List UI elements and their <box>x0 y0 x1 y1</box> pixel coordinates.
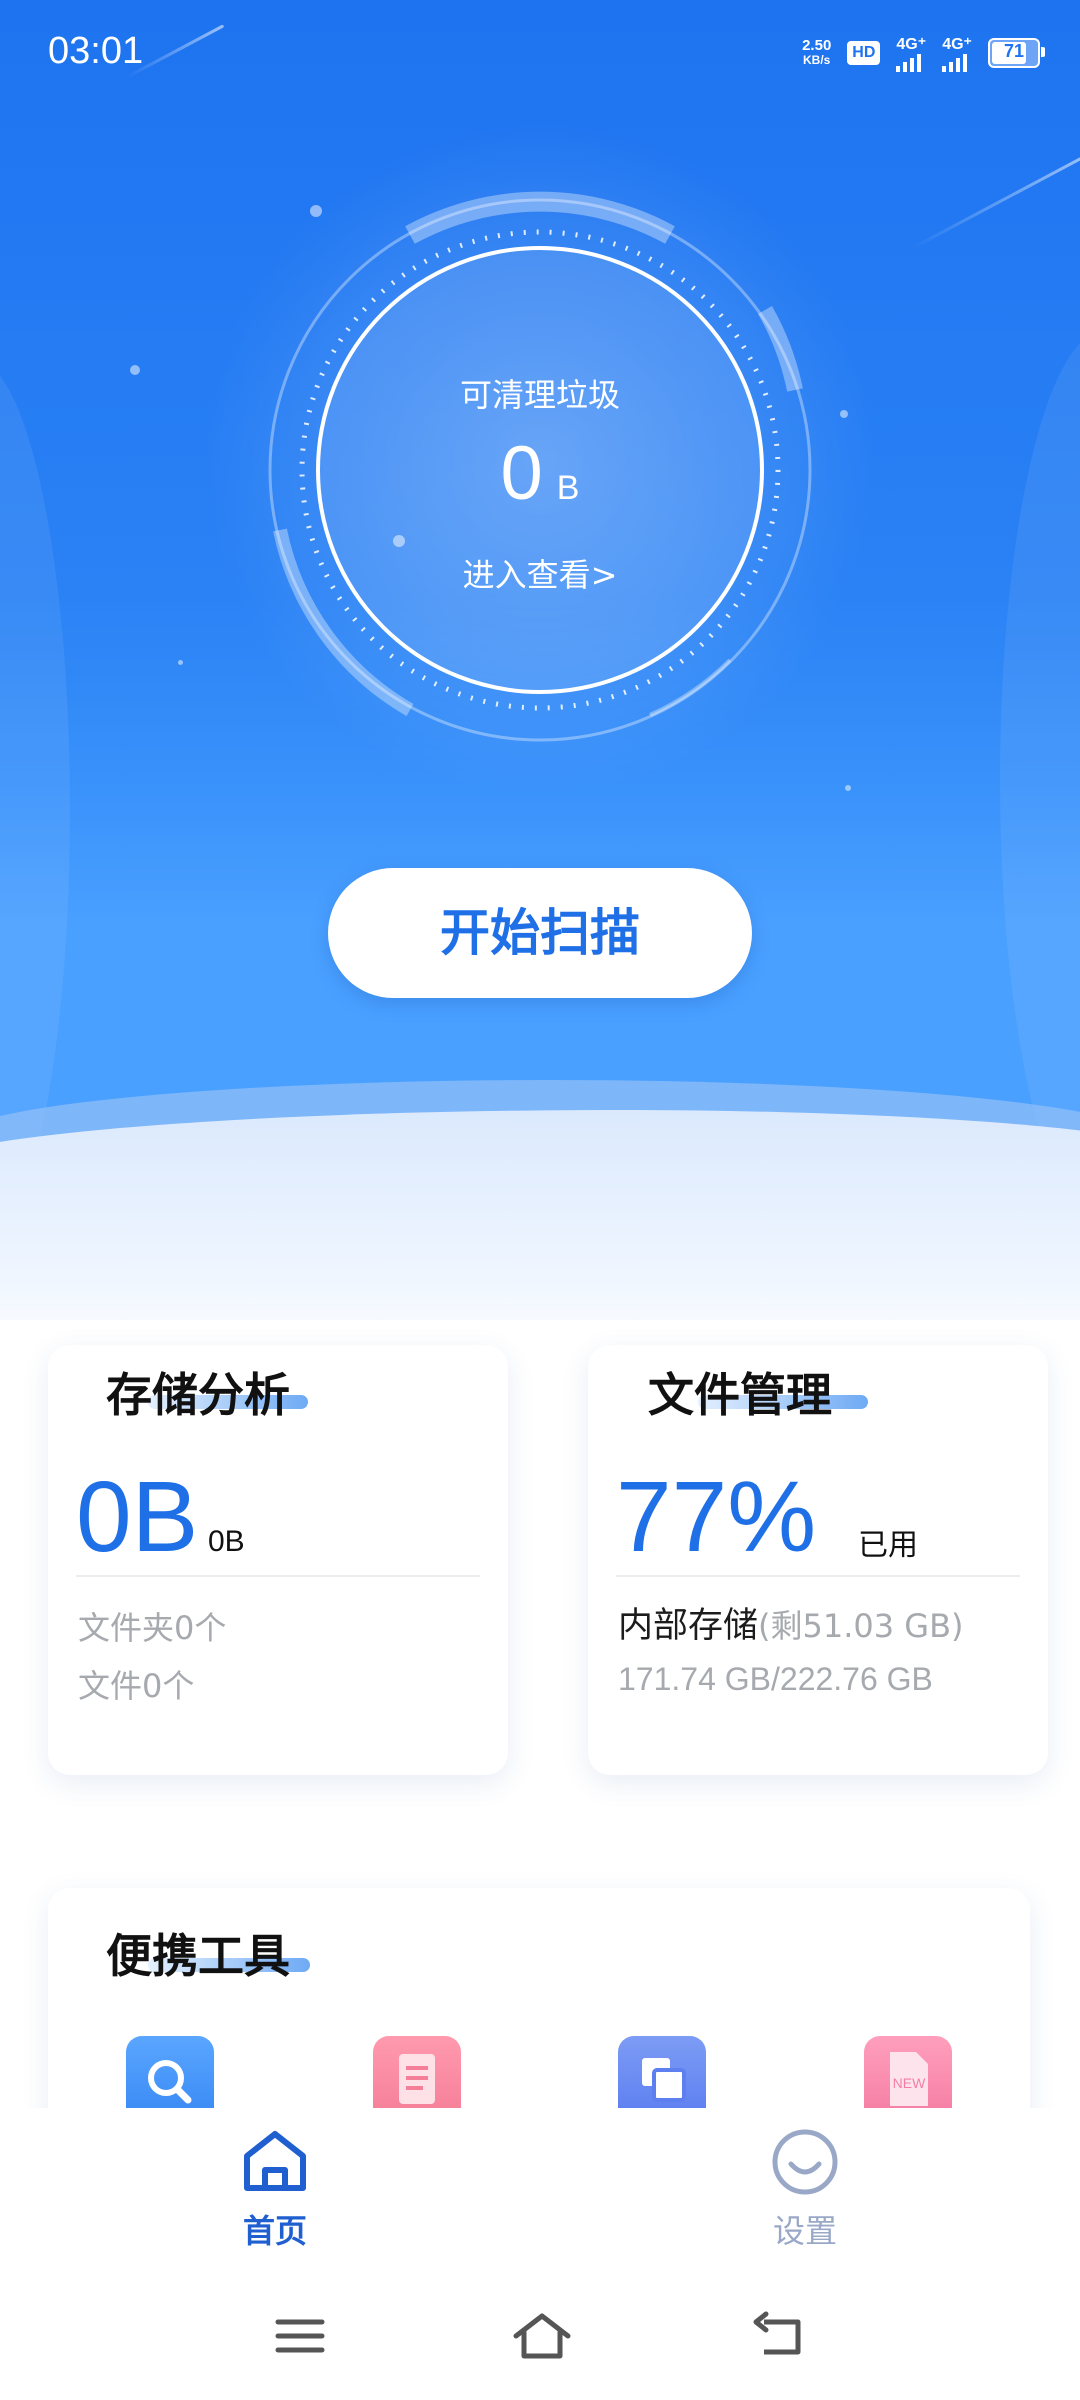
internal-storage-label: 内部存储 <box>618 1606 759 1646</box>
storage-size-suffix: 0B <box>208 1525 245 1558</box>
start-scan-button[interactable]: 开始扫描 <box>328 868 752 998</box>
portable-tools-title: 便携工具 <box>106 1929 290 1983</box>
signal-icon-sim2: 4G⁺ <box>942 34 972 72</box>
nav-settings-label: 设置 <box>772 2212 837 2250</box>
document-icon[interactable] <box>373 2036 461 2116</box>
file-count: 文件0个 <box>78 1667 195 1705</box>
new-file-icon[interactable]: NEW <box>864 2036 952 2116</box>
internal-storage-line: 内部存储(剩51.03 GB) <box>618 1597 964 1648</box>
hero-banner: 03:01 2.50 KB/s HD 4G⁺ 4G⁺ 71 可清理垃圾 0 B … <box>0 0 1080 1320</box>
home-nav-icon[interactable] <box>510 2308 574 2368</box>
net-speed: 2.50 KB/s <box>802 38 831 68</box>
junk-value: 0 <box>500 431 543 516</box>
nav-settings[interactable]: 设置 <box>705 2126 905 2252</box>
bottom-navigation: 首页 设置 <box>0 2108 1080 2278</box>
decor-dot <box>845 785 851 791</box>
decor-dot <box>178 660 183 665</box>
home-icon <box>244 2131 306 2191</box>
hd-icon: HD <box>847 41 881 65</box>
status-time: 03:01 <box>48 30 144 72</box>
decor-dot <box>130 365 140 375</box>
decor-dot <box>840 410 848 418</box>
file-management-title: 文件管理 <box>648 1368 832 1422</box>
battery-level: 71 <box>1003 41 1025 61</box>
divider <box>616 1575 1020 1577</box>
system-navigation-bar <box>0 2278 1080 2400</box>
menu-icon[interactable] <box>272 2308 328 2368</box>
storage-analysis-title: 存储分析 <box>106 1368 290 1422</box>
signal-icon-sim1: 4G⁺ <box>896 34 926 72</box>
status-bar: 03:01 2.50 KB/s HD 4G⁺ 4G⁺ 71 <box>0 0 1080 110</box>
decor-streak <box>911 153 1080 250</box>
view-details-link[interactable]: 进入查看> <box>260 550 820 596</box>
storage-analysis-card[interactable]: 存储分析 0B 0B 文件夹0个 文件0个 <box>48 1345 508 1775</box>
status-icons: 2.50 KB/s HD 4G⁺ 4G⁺ 71 <box>802 34 1045 72</box>
junk-amount: 0B <box>260 430 820 517</box>
back-icon[interactable] <box>752 2308 808 2368</box>
storage-size-value: 0B <box>76 1461 199 1573</box>
junk-ring[interactable]: 可清理垃圾 0B 进入查看> <box>260 190 820 750</box>
search-icon[interactable] <box>126 2036 214 2116</box>
battery-icon: 71 <box>988 38 1045 68</box>
net-speed-unit: KB/s <box>803 53 831 67</box>
junk-unit: B <box>556 469 580 507</box>
nav-home[interactable]: 首页 <box>175 2126 375 2252</box>
remaining-space: (剩51.03 GB) <box>758 1607 964 1645</box>
decor-arc-right <box>1000 330 1080 1230</box>
smiley-icon <box>772 2129 838 2195</box>
junk-label: 可清理垃圾 <box>459 376 620 414</box>
wave-front <box>0 1110 1080 1320</box>
copy-icon[interactable] <box>618 2036 706 2116</box>
folder-count: 文件夹0个 <box>78 1609 227 1647</box>
file-management-card[interactable]: 文件管理 77% 已用 内部存储(剩51.03 GB) 171.74 GB/22… <box>588 1345 1048 1775</box>
sim2-label: 4G⁺ <box>942 36 972 53</box>
svg-text:NEW: NEW <box>893 2075 926 2091</box>
used-label: 已用 <box>858 1529 918 1562</box>
storage-usage: 171.74 GB/222.76 GB <box>618 1661 933 1697</box>
net-speed-value: 2.50 <box>802 37 832 54</box>
nav-home-label: 首页 <box>242 2212 307 2250</box>
divider <box>76 1575 480 1577</box>
ring-content: 可清理垃圾 0B 进入查看> <box>260 190 820 750</box>
sim1-label: 4G⁺ <box>896 36 927 53</box>
storage-used-percent: 77% <box>616 1461 817 1573</box>
